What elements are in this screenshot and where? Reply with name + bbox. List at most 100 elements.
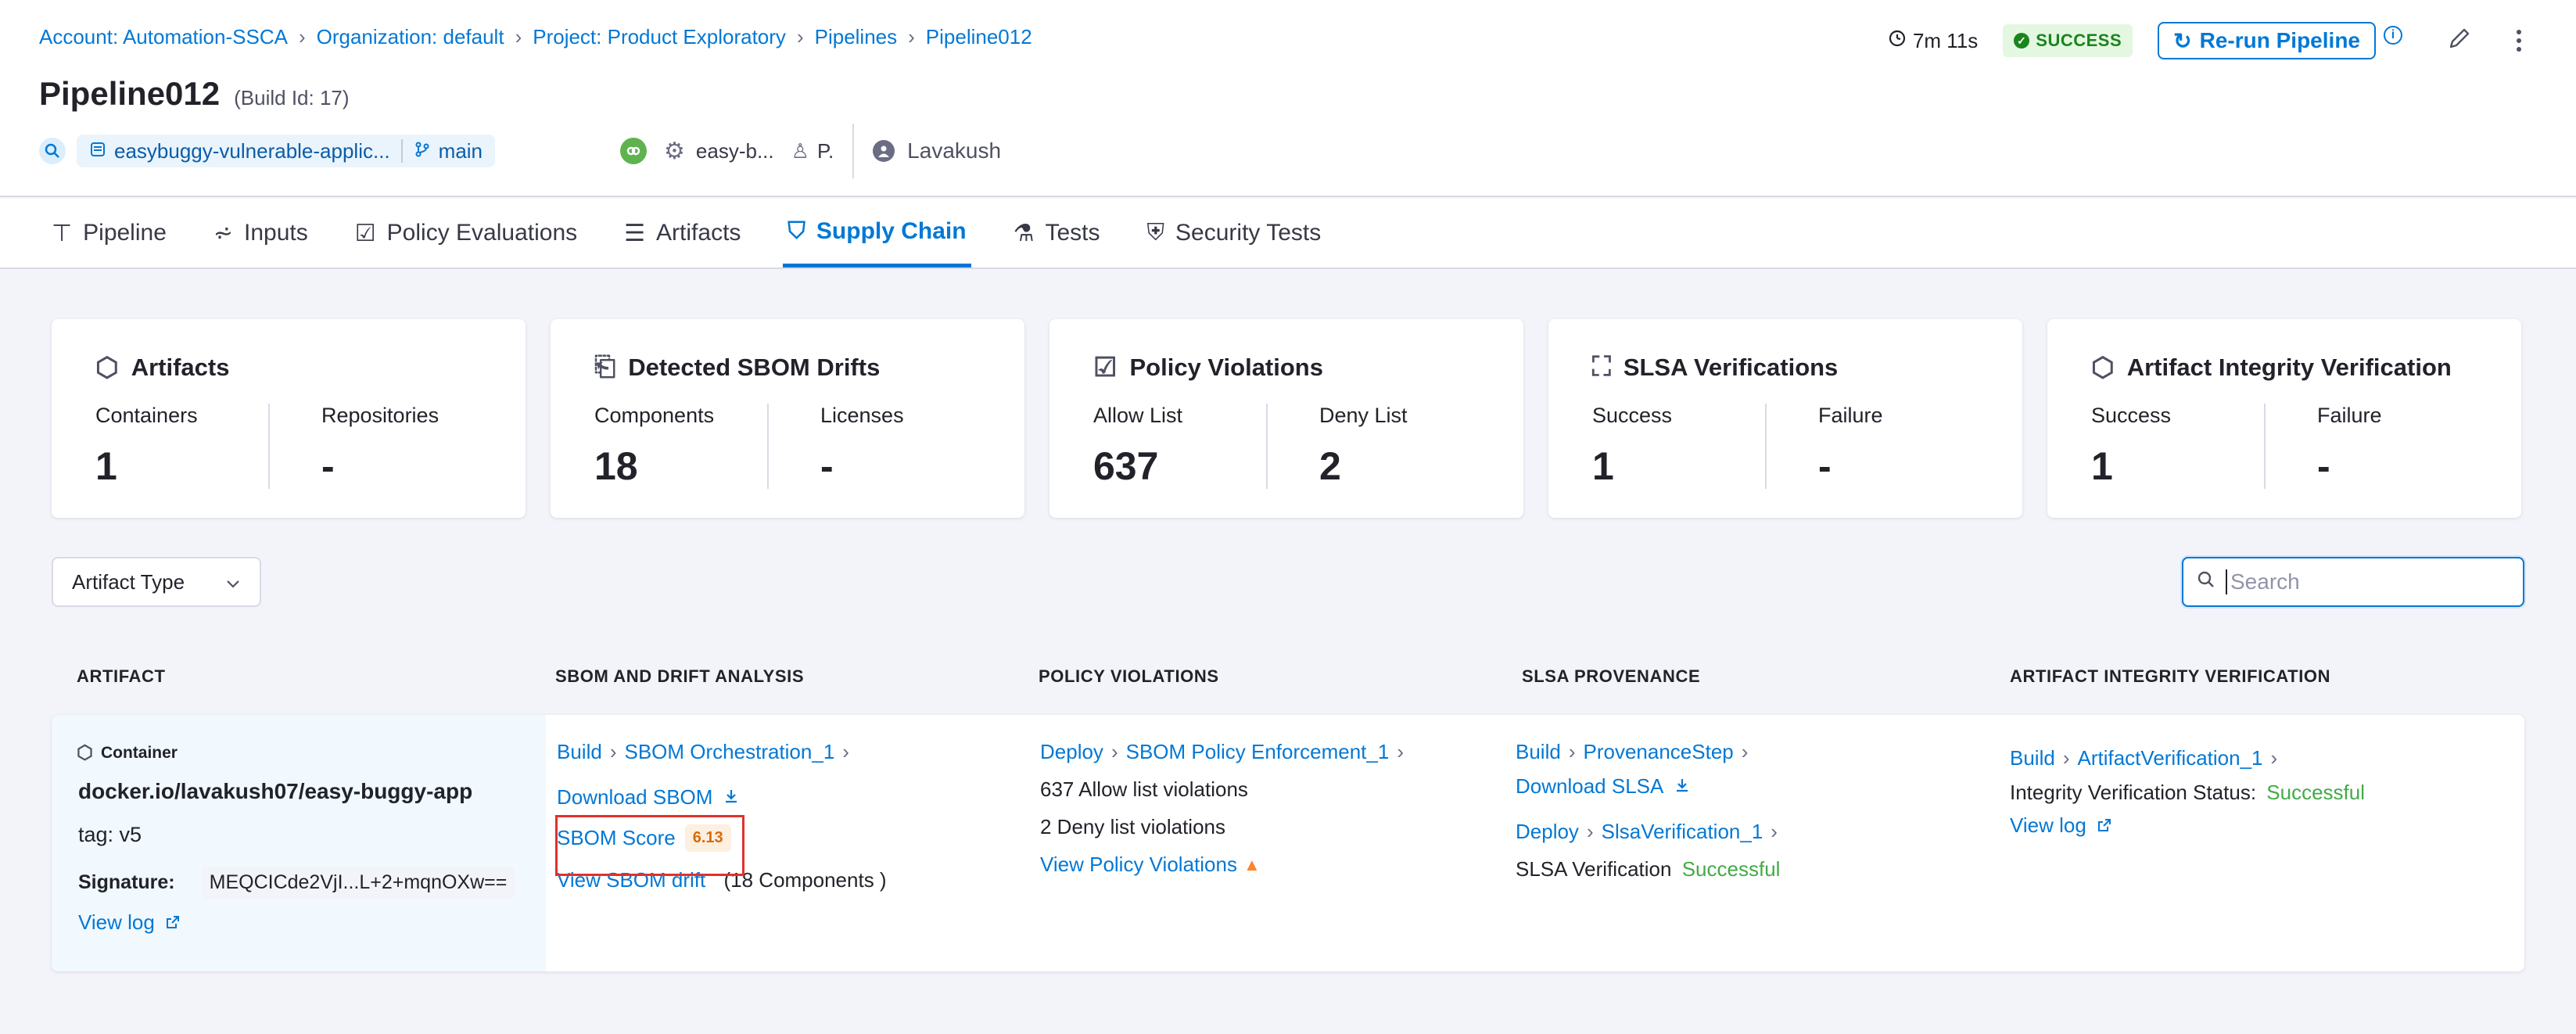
slsa-verify-stage-link[interactable]: Deploy: [1516, 820, 1579, 843]
slsa-step-path: Build › ProvenanceStep ›: [1516, 740, 1756, 764]
warning-icon: ▲: [1243, 854, 1261, 874]
slsa-verify-step-link[interactable]: SlsaVerification_1: [1602, 820, 1763, 843]
repository-pill[interactable]: easybuggy-vulnerable-applic... main: [77, 135, 496, 167]
breadcrumb-pipelines[interactable]: Pipelines: [815, 25, 898, 49]
repository-icon: [89, 139, 106, 163]
artifact-kind-text: Container: [100, 743, 178, 762]
signature-label: Signature:: [78, 871, 175, 893]
sbom-step-path: Build › SBOM Orchestration_1 ›: [557, 740, 857, 764]
card-column: Success 1: [1592, 404, 1765, 489]
execution-tabs: ⊤ Pipeline ⩫ Inputs ☑ Policy Evaluations…: [0, 199, 2576, 269]
sbom-drifts-card: ⎗ Detected SBOM Drifts Components 18 Lic…: [551, 319, 1024, 518]
artifact-type-dropdown[interactable]: Artifact Type: [52, 557, 261, 607]
breadcrumb-project[interactable]: Project: Product Exploratory: [533, 25, 786, 49]
chevron-right-icon: ›: [1771, 820, 1778, 843]
infrastructure-name: easy-b...: [695, 138, 774, 163]
integrity-status-value: Successful: [2266, 781, 2366, 804]
container-icon: ⬡: [77, 742, 93, 763]
artifact-view-log-link[interactable]: View log: [78, 910, 180, 935]
pipeline-icon: ⊤: [52, 220, 73, 246]
card-metric-label: Components: [594, 404, 715, 427]
chevron-down-icon: [225, 570, 241, 594]
download-slsa-text: Download SLSA: [1516, 774, 1664, 798]
artifact-kind: ⬡ Container: [77, 741, 178, 764]
card-title: ⛶ SLSA Verifications: [1592, 352, 1838, 382]
artifacts-card: ⬡ Artifacts Containers 1 Repositories -: [52, 319, 526, 518]
card-metric-label: Licenses: [820, 404, 904, 427]
tab-security-tests[interactable]: ⛨ Security Tests: [1143, 199, 1326, 267]
tab-label: Policy Evaluations: [386, 220, 578, 246]
slsa-verification-step-path: Deploy › SlsaVerification_1 ›: [1516, 820, 1785, 844]
tab-tests[interactable]: ⚗ Tests: [1009, 199, 1105, 267]
view-policy-violations-link[interactable]: View Policy Violations ▲: [1040, 853, 1261, 877]
branch-name: main: [438, 138, 483, 163]
view-log-text: View log: [78, 910, 155, 934]
tab-policy-evaluations[interactable]: ☑ Policy Evaluations: [350, 199, 582, 267]
tab-label: Artifacts: [656, 220, 741, 246]
tab-inputs[interactable]: ⩫ Inputs: [209, 199, 313, 267]
tab-pipeline[interactable]: ⊤ Pipeline: [47, 199, 171, 267]
artifacts-icon: ☰: [624, 220, 646, 246]
breadcrumb-organization[interactable]: Organization: default: [317, 25, 504, 49]
card-columns: Success 1 Failure -: [2091, 404, 2490, 489]
tab-artifacts[interactable]: ☰ Artifacts: [619, 199, 745, 267]
card-title: ☑ Policy Violations: [1093, 352, 1323, 383]
card-title: ⎗ Detected SBOM Drifts: [594, 352, 880, 382]
integrity-stage-link[interactable]: Build: [2010, 746, 2055, 770]
node-icon: ♙: [791, 138, 809, 163]
shield-check-icon: ☑: [1093, 353, 1118, 382]
integrity-status: Integrity Verification Status: Successfu…: [2010, 781, 2365, 805]
breadcrumb-account[interactable]: Account: Automation-SSCA: [39, 25, 288, 49]
card-title-text: Detected SBOM Drifts: [628, 353, 881, 381]
rerun-pipeline-button[interactable]: ↻ Re-run Pipeline: [2158, 22, 2376, 59]
integrity-step-path: Build › ArtifactVerification_1 ›: [2010, 746, 2285, 770]
slsa-stage-link[interactable]: Build: [1516, 740, 1561, 763]
chevron-right-icon: ›: [515, 25, 522, 48]
trigger-icon: [39, 138, 66, 164]
status-text: SUCCESS: [2036, 31, 2122, 50]
search-field: [2182, 557, 2524, 607]
integrity-status-label: Integrity Verification Status:: [2010, 781, 2257, 804]
more-options-icon[interactable]: [2517, 30, 2521, 52]
chevron-right-icon: ›: [298, 25, 306, 48]
policy-step-link[interactable]: SBOM Policy Enforcement_1: [1126, 740, 1390, 763]
chevron-right-icon: ›: [796, 25, 804, 48]
refresh-icon: ↻: [2173, 28, 2192, 53]
search-input[interactable]: [2226, 569, 2507, 594]
chevron-right-icon: ›: [2270, 746, 2278, 770]
info-icon[interactable]: i: [2384, 26, 2402, 45]
artifact-type-label: Artifact Type: [72, 569, 185, 594]
infrastructure-short: P.: [816, 138, 834, 163]
external-link-icon: [2097, 813, 2111, 838]
card-metric-label: Deny List: [1319, 404, 1408, 427]
card-column: Failure -: [2264, 404, 2490, 489]
card-metric-value: 18: [594, 444, 638, 488]
card-title-text: Policy Violations: [1129, 354, 1323, 381]
chevron-right-icon: ›: [1397, 740, 1404, 763]
card-columns: Components 18 Licenses -: [594, 404, 993, 489]
slsa-step-link[interactable]: ProvenanceStep: [1584, 740, 1734, 763]
column-header-sbom: SBOM AND DRIFT ANALYSIS: [555, 666, 805, 686]
download-slsa-link[interactable]: Download SLSA: [1516, 774, 1690, 799]
supply-chain-icon: ⛉: [788, 217, 805, 244]
tests-icon: ⚗: [1013, 220, 1035, 246]
page-title: Pipeline012: [39, 75, 221, 112]
ci-module-icon: [620, 138, 648, 164]
download-sbom-link[interactable]: Download SBOM: [557, 785, 739, 810]
sbom-step-link[interactable]: SBOM Orchestration_1: [625, 740, 835, 763]
view-policy-violations-text: View Policy Violations: [1040, 853, 1237, 876]
chevron-right-icon: ›: [842, 740, 849, 763]
card-title-text: Artifact Integrity Verification: [2126, 354, 2452, 381]
breadcrumb-pipeline[interactable]: Pipeline012: [926, 25, 1032, 49]
card-column: Success 1: [2091, 404, 2264, 489]
slsa-verification-value: Successful: [1681, 857, 1781, 881]
integrity-view-log-link[interactable]: View log: [2010, 813, 2111, 838]
artifact-integrity-card: ⬡ Artifact Integrity Verification Succes…: [2047, 319, 2521, 518]
sbom-stage-link[interactable]: Build: [557, 740, 602, 763]
search-icon: [2196, 569, 2216, 595]
edit-pencil-icon[interactable]: [2446, 25, 2473, 57]
tab-supply-chain[interactable]: ⛉ Supply Chain: [783, 199, 971, 267]
integrity-step-link[interactable]: ArtifactVerification_1: [2078, 746, 2263, 770]
policy-stage-link[interactable]: Deploy: [1040, 740, 1103, 763]
card-metric-value: -: [2317, 444, 2330, 488]
